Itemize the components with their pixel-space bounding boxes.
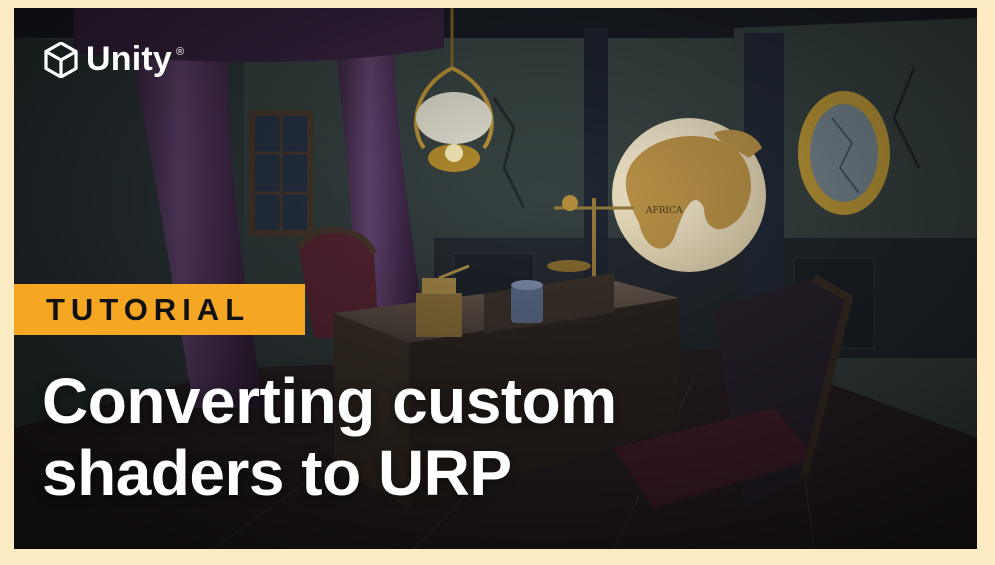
brand-name: Unity [86, 40, 172, 78]
headline: Converting custom shaders to URP [42, 365, 617, 509]
headline-line-1: Converting custom [42, 365, 617, 437]
headline-line-2: shaders to URP [42, 437, 512, 509]
registered-mark: ® [176, 45, 185, 58]
unity-brand[interactable]: Unity ® [44, 40, 184, 79]
tutorial-badge-label: TUTORIAL [46, 291, 251, 327]
tutorial-badge: TUTORIAL [14, 284, 305, 335]
unity-cube-logo-icon [44, 41, 78, 78]
thumbnail-frame[interactable]: AFRICA Unity ® [14, 8, 977, 549]
